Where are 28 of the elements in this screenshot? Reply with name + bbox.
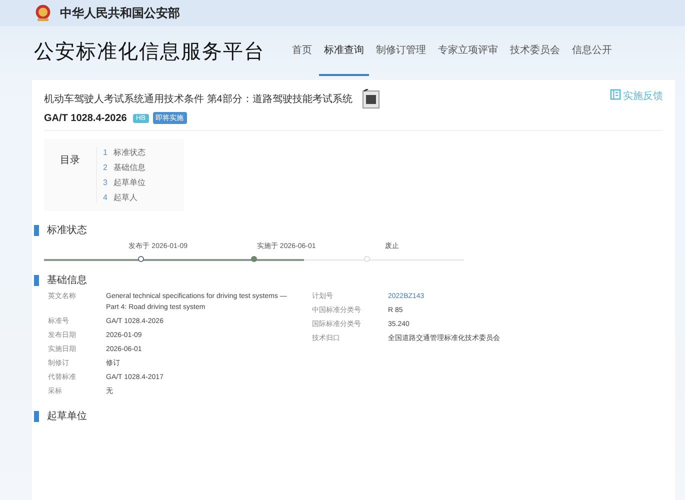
toc-number: 4: [103, 193, 108, 202]
toc-number: 3: [103, 178, 108, 187]
book-icon: [610, 89, 621, 100]
toc-link[interactable]: 起草人: [113, 192, 138, 203]
toc-link[interactable]: 基础信息: [113, 162, 146, 173]
platform-title: 公安标准化信息服务平台: [34, 40, 265, 64]
standard-code: GA/T 1028.4-2026: [44, 112, 127, 124]
section-marker: [34, 224, 39, 236]
toc-link[interactable]: 标准状态: [113, 147, 146, 158]
emblem-icon: [34, 4, 52, 22]
section-marker: [34, 410, 39, 422]
toc-number: 1: [103, 148, 108, 157]
section-heading: 起草单位: [47, 410, 87, 423]
nav-tab[interactable]: 信息公开: [567, 26, 617, 76]
toc-link[interactable]: 起草单位: [113, 177, 146, 188]
nav-tab[interactable]: 专家立项评审: [433, 26, 503, 76]
toc-title: 目录: [59, 154, 81, 168]
document-icon[interactable]: [362, 89, 380, 109]
section-heading: 基础信息: [47, 274, 87, 287]
ministry-name: 中华人民共和国公安部: [60, 4, 180, 22]
nav-tab[interactable]: 制修订管理: [371, 26, 431, 76]
standard-title: 机动车驾驶人考试系统通用技术条件 第4部分：道路驾驶技能考试系统: [44, 92, 352, 106]
nav-tab[interactable]: 标准查询: [319, 26, 369, 76]
nav-tab[interactable]: 技术委员会: [505, 26, 565, 76]
section-heading: 标准状态: [47, 224, 87, 237]
toc-number: 2: [103, 163, 108, 172]
section-marker: [34, 274, 39, 286]
nav-tab[interactable]: 首页: [287, 26, 317, 76]
